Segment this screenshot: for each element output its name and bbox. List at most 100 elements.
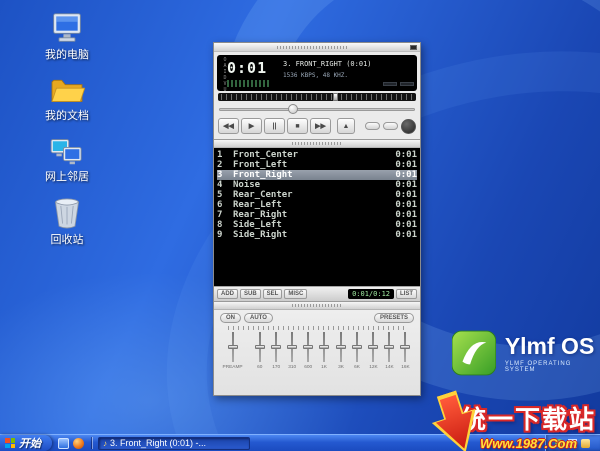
quick-launch: [52, 438, 90, 449]
shuffle-button[interactable]: [365, 122, 380, 130]
slider-track: [340, 332, 342, 362]
next-button[interactable]: ▶▶: [310, 118, 331, 134]
eq-sliders: PREAMP 60 170 310 600 1K: [214, 330, 420, 395]
seek-track: [219, 108, 415, 111]
slider-knob[interactable]: [352, 345, 362, 349]
slider-knob[interactable]: [271, 345, 281, 349]
volume-knob[interactable]: [333, 93, 338, 101]
eq-band-slider[interactable]: 12K: [366, 332, 379, 392]
music-note-icon: ♪: [103, 439, 107, 448]
playlist-row[interactable]: 2 Front_Left 0:01: [217, 160, 417, 170]
preamp-slider[interactable]: PREAMP: [222, 332, 243, 392]
eq-band-slider[interactable]: 3K: [334, 332, 347, 392]
eq-band-slider[interactable]: 6K: [350, 332, 363, 392]
playlist-row[interactable]: 4 Noise 0:01: [217, 180, 417, 190]
repeat-button[interactable]: [383, 122, 398, 130]
stop-button[interactable]: ■: [287, 118, 308, 134]
player-titlebar[interactable]: [214, 43, 420, 52]
eq-auto-button[interactable]: AUTO: [244, 313, 273, 323]
eq-band-slider[interactable]: 14K: [383, 332, 396, 392]
eq-band-slider[interactable]: 16K: [399, 332, 412, 392]
track-title: Front_Center: [233, 150, 391, 160]
pause-button[interactable]: ||: [264, 118, 285, 134]
equalizer-window: ON AUTO PRESETS PREAMP 60 170 310: [214, 301, 420, 395]
slider-knob[interactable]: [287, 345, 297, 349]
track-time: 0:01: [391, 220, 417, 230]
clutterbar[interactable]: OAIDVU: [220, 57, 227, 89]
track-title: Noise: [233, 180, 391, 190]
playlist-row[interactable]: 5 Rear_Center 0:01: [217, 190, 417, 200]
spectrum-visualizer[interactable]: [227, 80, 271, 87]
eq-presets-button[interactable]: PRESETS: [374, 313, 414, 323]
my-documents-icon[interactable]: 我的文档: [34, 75, 100, 123]
eq-on-button[interactable]: ON: [220, 313, 241, 323]
track-title: Front_Right: [233, 170, 391, 180]
eq-band-slider[interactable]: 1K: [318, 332, 331, 392]
close-icon[interactable]: [410, 45, 417, 50]
tray-status-icon[interactable]: [555, 439, 564, 448]
tray-display-icon[interactable]: [568, 439, 577, 448]
previous-button[interactable]: ◀◀: [218, 118, 239, 134]
show-desktop-icon[interactable]: [58, 438, 69, 449]
playlist-row[interactable]: 1 Front_Center 0:01: [217, 150, 417, 160]
slider-knob[interactable]: [303, 345, 313, 349]
computer-monitor-icon: [49, 12, 85, 44]
eq-band-slider[interactable]: 170: [269, 332, 282, 392]
sel-button[interactable]: SEL: [263, 289, 283, 299]
volume-slider[interactable]: [218, 93, 416, 101]
sub-button[interactable]: SUB: [240, 289, 261, 299]
firefox-icon[interactable]: [73, 438, 84, 449]
tray-volume-icon[interactable]: [581, 439, 590, 448]
playlist-row[interactable]: 6 Rear_Left 0:01: [217, 200, 417, 210]
network-places-icon[interactable]: 网上邻居: [34, 136, 100, 184]
equalizer-toolbar: ON AUTO PRESETS: [214, 310, 420, 324]
playlist-row[interactable]: 7 Rear_Right 0:01: [217, 210, 417, 220]
slider-knob[interactable]: [384, 345, 394, 349]
add-button[interactable]: ADD: [217, 289, 238, 299]
taskbar-separator: [92, 437, 93, 449]
task-button-label: 3. Front_Right (0:01) -...: [110, 438, 206, 448]
slider-knob[interactable]: [255, 345, 265, 349]
recycle-bin-icon[interactable]: 回收站: [34, 197, 100, 247]
eq-band-slider[interactable]: 60: [253, 332, 266, 392]
my-computer-icon[interactable]: 我的电脑: [34, 12, 100, 62]
eq-band-slider[interactable]: 310: [286, 332, 299, 392]
misc-button[interactable]: MISC: [284, 289, 307, 299]
track-number: 7: [217, 210, 233, 220]
band-label: 3K: [338, 364, 344, 370]
my-documents-label: 我的文档: [45, 107, 89, 123]
band-label: 6K: [354, 364, 360, 370]
playlist-row[interactable]: 9 Side_Right 0:01: [217, 230, 417, 240]
band-label: 170: [272, 364, 280, 370]
play-button[interactable]: ▶: [241, 118, 262, 134]
playlist-time-display: 0:01/0:12: [348, 289, 394, 299]
slider-track: [356, 332, 358, 362]
slider-knob[interactable]: [228, 345, 238, 349]
band-label: 12K: [369, 364, 377, 370]
equalizer-titlebar-grip: [292, 304, 342, 307]
playlist-row[interactable]: 8 Side_Left 0:01: [217, 220, 417, 230]
options-button[interactable]: [401, 119, 416, 134]
track-number: 2: [217, 160, 233, 170]
slider-knob[interactable]: [368, 345, 378, 349]
eq-band-slider[interactable]: 600: [302, 332, 315, 392]
eject-button[interactable]: ▲: [337, 118, 355, 134]
track-time: 0:01: [391, 210, 417, 220]
band-label: 600: [304, 364, 312, 370]
equalizer-titlebar[interactable]: [214, 302, 420, 310]
start-button[interactable]: 开始: [0, 435, 52, 451]
slider-knob[interactable]: [319, 345, 329, 349]
slider-knob[interactable]: [400, 345, 410, 349]
track-number: 9: [217, 230, 233, 240]
playlist-row-selected[interactable]: 3 Front_Right 0:01: [217, 170, 417, 180]
playlist-titlebar[interactable]: [214, 140, 420, 148]
list-button[interactable]: LIST: [396, 289, 417, 299]
start-logo-icon: [5, 438, 15, 448]
os-name: Ylmf OS: [505, 333, 600, 360]
slider-knob[interactable]: [336, 345, 346, 349]
volume-ticks: [221, 94, 413, 100]
playlist-titlebar-grip: [292, 142, 342, 145]
task-button-player[interactable]: ♪ 3. Front_Right (0:01) -...: [98, 437, 250, 450]
seek-knob[interactable]: [288, 104, 298, 114]
seek-bar[interactable]: [219, 104, 415, 115]
